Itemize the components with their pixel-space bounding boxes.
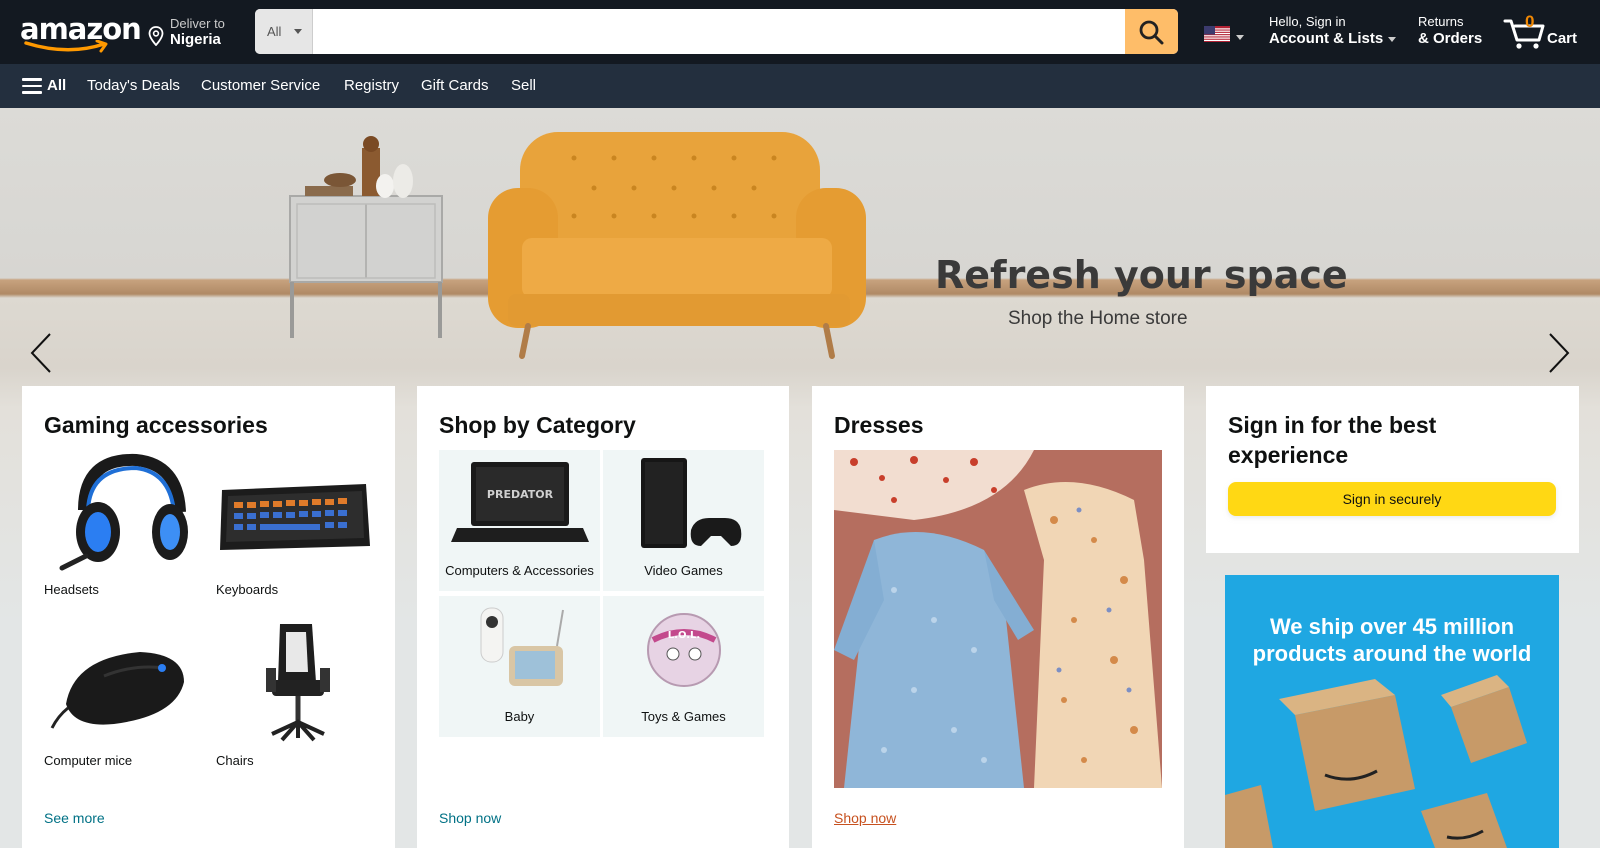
category-video-games-tile[interactable]: Video Games [603, 450, 764, 591]
nav-bar: All Today's Deals Customer Service Regis… [0, 64, 1600, 108]
see-more-link[interactable]: See more [44, 810, 105, 826]
card-title: Gaming accessories [44, 412, 268, 438]
gaming-accessories-card: Gaming accessories Headsets Keyboards Co… [22, 386, 395, 848]
cart-button[interactable]: 0 Cart [1503, 12, 1587, 54]
account-caret-icon [1388, 36, 1397, 42]
laptop-image: PREDATOR [451, 462, 589, 542]
keyboards-tile[interactable]: Keyboards [216, 450, 372, 600]
returns-orders[interactable]: Returns & Orders [1418, 14, 1482, 48]
cart-icon [1503, 19, 1545, 49]
deliver-location: Nigeria [170, 31, 221, 48]
tile-label: Baby [504, 709, 535, 724]
card-title: Shop by Category [439, 412, 636, 438]
logo-smile-icon [24, 40, 108, 53]
caret-down-icon [294, 29, 302, 34]
headsets-tile[interactable]: Headsets [44, 450, 196, 600]
search-category-select[interactable]: All [255, 9, 313, 54]
tile-label: Chairs [216, 753, 254, 768]
search-bar: All [255, 9, 1178, 54]
tile-label: Computers & Accessories [445, 563, 594, 578]
toy-ball-image: L.O.L. [647, 613, 721, 687]
nav-gift-cards[interactable]: Gift Cards [421, 77, 489, 94]
nav-todays-deals[interactable]: Today's Deals [87, 77, 180, 94]
console-image [641, 458, 742, 548]
category-computers-tile[interactable]: PREDATOR Computers & Accessories [439, 450, 600, 591]
all-menu-label: All [47, 77, 67, 94]
carousel-next-icon[interactable] [1538, 328, 1578, 378]
amazon-logo[interactable]: amazon [18, 12, 142, 53]
svg-text:L.O.L.: L.O.L. [668, 630, 700, 641]
hero-title: Refresh your space [935, 253, 1348, 297]
location-pin-icon [148, 26, 164, 46]
top-header: amazon Deliver to Nigeria All Hello, Sig… [0, 0, 1600, 64]
nav-customer-service[interactable]: Customer Service [201, 77, 320, 94]
hero-image [289, 132, 866, 359]
search-button[interactable] [1125, 9, 1178, 54]
carousel-prev-icon[interactable] [22, 328, 62, 378]
shop-now-link[interactable]: Shop now [439, 810, 501, 826]
chairs-tile[interactable]: Chairs [216, 624, 372, 774]
category-toys-games-tile[interactable]: L.O.L. Toys & Games [603, 596, 764, 737]
search-icon [1139, 20, 1164, 45]
shipping-promo-card[interactable]: We ship over 45 million products around … [1225, 575, 1559, 848]
tile-label: Headsets [44, 582, 99, 597]
search-category-label: All [267, 24, 282, 39]
dresses-illustration [834, 450, 1162, 788]
orders-label: & Orders [1418, 30, 1483, 47]
language-caret-icon [1236, 35, 1244, 40]
tile-label: Computer mice [44, 753, 133, 768]
returns-label: Returns [1418, 14, 1464, 29]
dresses-image[interactable] [834, 450, 1162, 788]
boxes-image [1225, 675, 1527, 848]
shop-now-link[interactable]: Shop now [834, 810, 896, 826]
deliver-label: Deliver to [170, 16, 225, 31]
computer-mice-tile[interactable]: Computer mice [44, 624, 196, 774]
keyboard-image [220, 484, 370, 550]
tile-label: Video Games [644, 563, 723, 578]
mouse-image [50, 652, 184, 729]
nav-sell[interactable]: Sell [511, 77, 536, 94]
category-baby-tile[interactable]: Baby [439, 596, 600, 737]
dresses-card: Dresses Shop now [812, 386, 1184, 848]
account-lists[interactable]: Hello, Sign in Account & Lists [1269, 14, 1397, 48]
hero-subtitle: Shop the Home store [1008, 308, 1188, 329]
card-title: Sign in for the best experience [1228, 412, 1437, 468]
svg-text:PREDATOR: PREDATOR [487, 488, 554, 501]
account-label: Account & Lists [1269, 30, 1384, 47]
sign-in-securely-button[interactable]: Sign in securely [1228, 482, 1556, 516]
tile-label: Toys & Games [641, 709, 726, 724]
cart-label: Cart [1547, 30, 1578, 47]
shop-by-category-card: Shop by Category PREDATOR Computers & Ac… [417, 386, 789, 848]
headset-image [59, 453, 188, 571]
us-flag-icon[interactable] [1204, 26, 1230, 42]
sign-in-card: Sign in for the best experience Sign in … [1206, 386, 1579, 553]
hamburger-icon [22, 78, 42, 94]
baby-monitor-image [480, 607, 564, 686]
cart-count: 0 [1525, 12, 1535, 31]
chair-image [266, 624, 330, 742]
nav-registry[interactable]: Registry [344, 77, 399, 94]
account-greeting: Hello, Sign in [1269, 14, 1346, 29]
card-title: Dresses [834, 412, 924, 438]
tile-label: Keyboards [216, 582, 279, 597]
deliver-to[interactable]: Deliver to Nigeria [148, 14, 248, 50]
search-input[interactable] [313, 9, 1125, 54]
